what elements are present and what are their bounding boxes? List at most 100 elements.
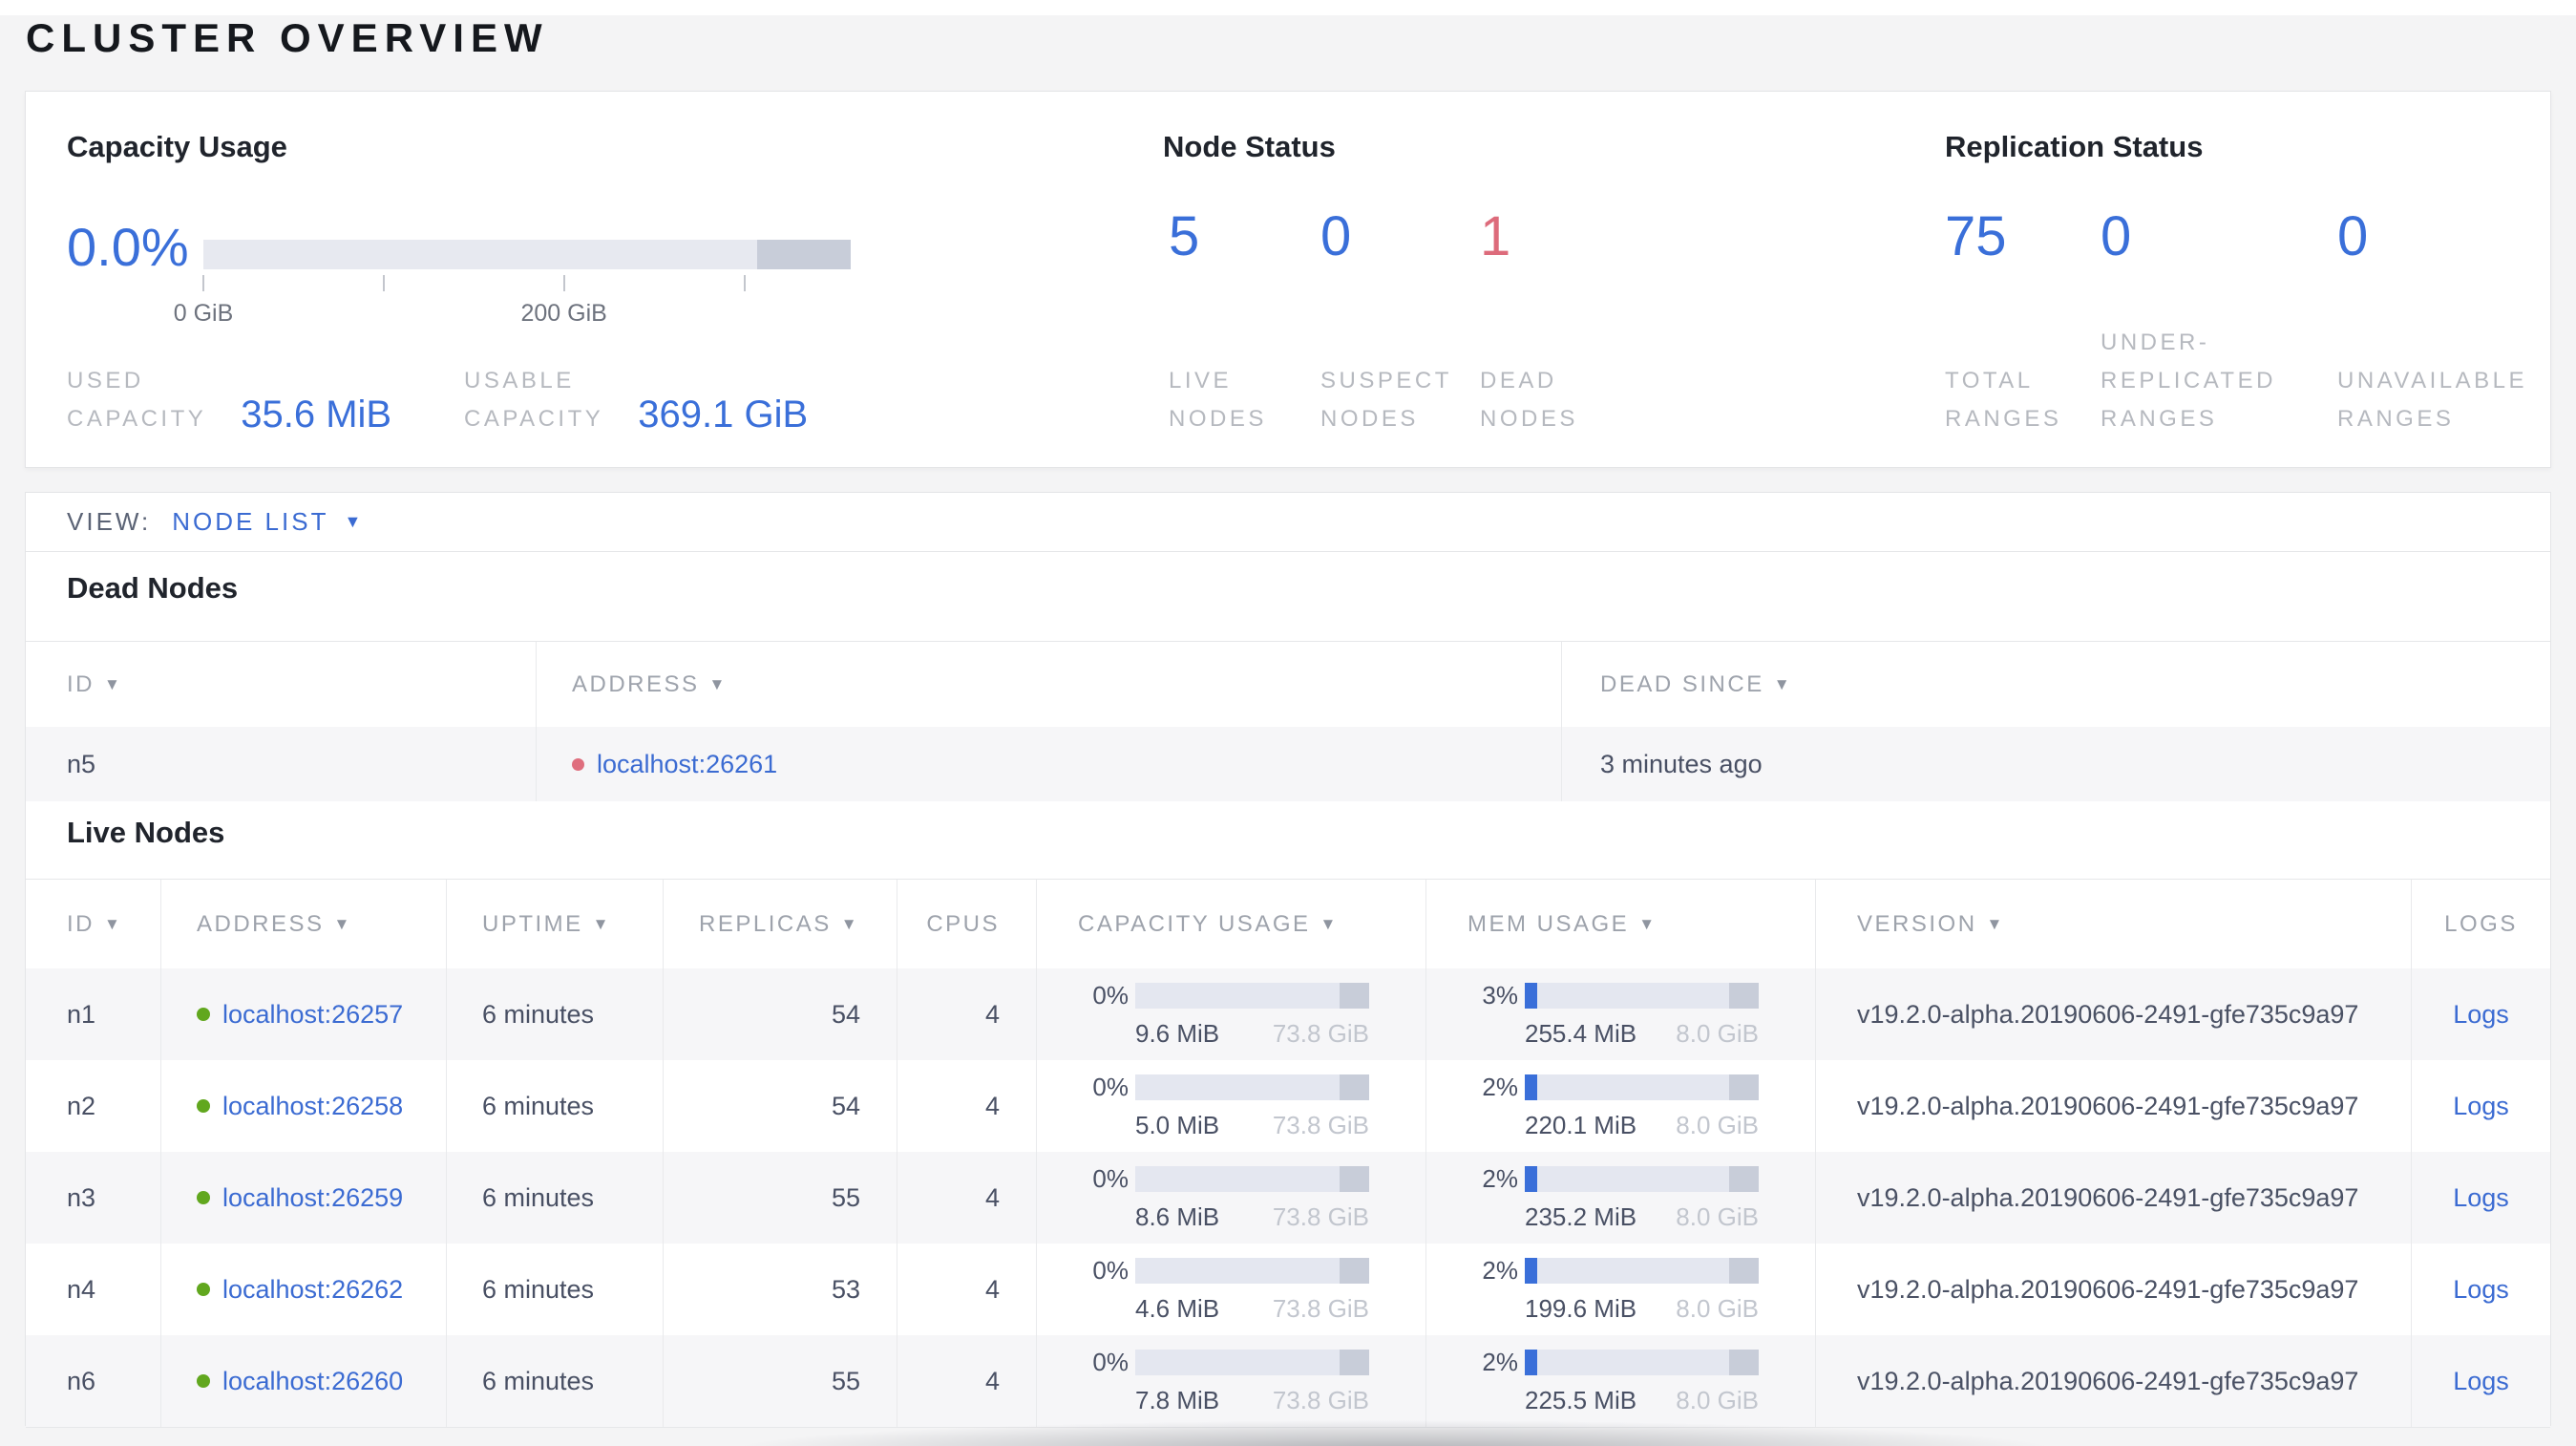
mem-usage-bar-fill xyxy=(1525,1349,1537,1375)
node-status-title: Node Status xyxy=(1163,130,1336,163)
node-address-link[interactable]: localhost:26258 xyxy=(222,1092,403,1121)
sort-arrow-icon: ▼ xyxy=(1986,914,2005,933)
node-address-link[interactable]: localhost:26260 xyxy=(222,1367,403,1396)
column-header-id[interactable]: ID ▼ xyxy=(26,642,536,727)
node-cpus: 4 xyxy=(897,1060,1036,1152)
capacity-usage-bar xyxy=(1135,1165,1369,1192)
column-header-dead-since[interactable]: DEAD SINCE ▼ xyxy=(1561,642,2550,727)
live-nodes-table-body: n1 localhost:26257 6 minutes 54 4 0% 9.6 MiB 73… xyxy=(26,968,2550,1427)
node-address-cell: localhost:26262 xyxy=(160,1244,446,1335)
column-header-label: MEM USAGE xyxy=(1467,910,1630,937)
node-logs-cell: Logs xyxy=(2411,1244,2550,1335)
node-version-cell: v19.2.0-alpha.20190606-2491-gfe735c9a97 xyxy=(1815,1335,2411,1427)
sort-arrow-icon: ▼ xyxy=(1638,914,1658,933)
node-uptime: 6 minutes xyxy=(446,1060,663,1152)
dead-status-icon xyxy=(572,757,584,771)
capacity-usage-used-value: 5.0 MiB xyxy=(1135,1110,1220,1139)
column-header-mem-usage[interactable]: MEM USAGE ▼ xyxy=(1425,880,1815,968)
suspect-nodes-count: 0 xyxy=(1320,205,1352,267)
node-address-cell: localhost:26261 xyxy=(536,727,1561,801)
logs-link[interactable]: Logs xyxy=(2453,1000,2509,1030)
column-header-label: DEAD SINCE xyxy=(1600,670,1764,697)
column-header-version[interactable]: VERSION ▼ xyxy=(1815,880,2411,968)
stat-label-line: CAPACITY xyxy=(67,406,207,432)
node-address-cell: localhost:26260 xyxy=(160,1335,446,1427)
node-version: v19.2.0-alpha.20190606-2491-gfe735c9a97 xyxy=(1857,1091,2359,1120)
mem-usage-used-value: 235.2 MiB xyxy=(1525,1201,1637,1231)
capacity-usage-cell: 0% 8.6 MiB 73.8 GiB xyxy=(1036,1152,1425,1244)
capacity-usage-cell: 0% 4.6 MiB 73.8 GiB xyxy=(1036,1244,1425,1335)
capacity-usage-bar-line: 0% xyxy=(1066,1256,1369,1286)
logs-link[interactable]: Logs xyxy=(2453,1367,2509,1396)
node-version: v19.2.0-alpha.20190606-2491-gfe735c9a97 xyxy=(1857,1182,2359,1212)
sort-arrow-icon: ▼ xyxy=(592,914,611,933)
node-uptime: 6 minutes xyxy=(446,1244,663,1335)
cluster-summary-panel: Capacity Usage 0.0% 0 GiB 200 GiB USED CA… xyxy=(25,91,2551,468)
column-header-id[interactable]: ID ▼ xyxy=(26,880,160,968)
chevron-down-icon: ▼ xyxy=(344,512,362,531)
capacity-usage-total-value: 73.8 GiB xyxy=(1272,1110,1369,1139)
live-nodes-count: 5 xyxy=(1169,205,1200,267)
node-version: v19.2.0-alpha.20190606-2491-gfe735c9a97 xyxy=(1857,999,2359,1029)
capacity-usage-bar-line: 0% xyxy=(1066,1073,1369,1102)
column-header-capacity-usage[interactable]: CAPACITY USAGE ▼ xyxy=(1036,880,1425,968)
sort-arrow-icon: ▼ xyxy=(333,914,352,933)
capacity-usage-used-value: 7.8 MiB xyxy=(1135,1385,1220,1414)
stat-label-line: RANGES xyxy=(2101,406,2218,432)
column-header-label: LOGS xyxy=(2444,910,2518,937)
stat-label-line: SUSPECT xyxy=(1320,368,1452,393)
column-header-address[interactable]: ADDRESS ▼ xyxy=(160,880,446,968)
node-list-dropdown[interactable]: NODE LIST ▼ xyxy=(172,507,361,537)
node-address-link[interactable]: localhost:26257 xyxy=(222,1000,403,1030)
capacity-usage-percent: 0% xyxy=(1092,1163,1129,1193)
logs-link[interactable]: Logs xyxy=(2453,1092,2509,1121)
mem-usage-bar-line: 3% xyxy=(1455,981,1759,1010)
node-id: n2 xyxy=(67,1091,96,1120)
node-logs-cell: Logs xyxy=(2411,1060,2550,1152)
dead-nodes-label: DEAD NODES xyxy=(1480,362,1578,438)
dead-nodes-table-body: n5 localhost:26261 3 minutes ago xyxy=(26,727,2550,801)
stat-label-line: NODES xyxy=(1320,406,1419,432)
column-header-replicas[interactable]: REPLICAS ▼ xyxy=(663,880,897,968)
dead-since-value: 3 minutes ago xyxy=(1561,727,2550,801)
stat-label-line: NODES xyxy=(1169,406,1267,432)
capacity-usage-percent: 0% xyxy=(1092,1347,1129,1376)
column-header-uptime[interactable]: UPTIME ▼ xyxy=(446,880,663,968)
dead-nodes-count: 1 xyxy=(1480,205,1511,267)
stat-label-line: TOTAL xyxy=(1945,368,2034,393)
stat-label-line: USABLE xyxy=(464,368,575,393)
unavailable-ranges-count: 0 xyxy=(2337,205,2369,267)
mem-usage-cell: 2% 235.2 MiB 8.0 GiB xyxy=(1425,1152,1815,1244)
mem-usage-percent: 2% xyxy=(1482,1163,1518,1193)
node-cpus: 4 xyxy=(897,1335,1036,1427)
stat-label-line: DEAD xyxy=(1480,368,1557,393)
capacity-usage-bar-reserved-segment xyxy=(1340,1165,1369,1192)
logs-link[interactable]: Logs xyxy=(2453,1183,2509,1213)
node-address-link[interactable]: localhost:26262 xyxy=(222,1275,403,1305)
node-address-link[interactable]: localhost:26261 xyxy=(597,750,777,779)
mem-usage-used-value: 225.5 MiB xyxy=(1525,1385,1637,1414)
column-header-logs: LOGS xyxy=(2411,880,2550,968)
capacity-usage-bar-line: 0% xyxy=(1066,981,1369,1010)
axis-tick xyxy=(562,275,565,291)
table-row: n3 localhost:26259 6 minutes 55 4 0% 8.6 MiB 73… xyxy=(26,1152,2550,1244)
usable-capacity-stat: USABLE CAPACITY 369.1 GiB xyxy=(464,362,808,438)
capacity-usage-title: Capacity Usage xyxy=(67,130,287,163)
node-logs-cell: Logs xyxy=(2411,1335,2550,1427)
logs-link[interactable]: Logs xyxy=(2453,1275,2509,1305)
usable-capacity-value: 369.1 GiB xyxy=(638,393,809,436)
mem-usage-values: 255.4 MiB 8.0 GiB xyxy=(1525,1019,1759,1049)
cluster-overview-page: CLUSTER OVERVIEW Capacity Usage 0.0% 0 G… xyxy=(0,0,2576,1446)
mem-usage-total-value: 8.0 GiB xyxy=(1676,1110,1759,1139)
mem-usage-bar xyxy=(1525,982,1759,1009)
capacity-usage-total-value: 73.8 GiB xyxy=(1272,1018,1369,1048)
column-header-address[interactable]: ADDRESS ▼ xyxy=(536,642,1561,727)
mem-usage-values: 220.1 MiB 8.0 GiB xyxy=(1525,1111,1759,1140)
node-address-link[interactable]: localhost:26259 xyxy=(222,1183,403,1213)
column-header-label: ID xyxy=(67,670,95,697)
capacity-usage-bar: 0 GiB 200 GiB xyxy=(174,240,851,348)
stat-label-line: REPLICATED xyxy=(2101,368,2276,393)
mem-usage-percent: 2% xyxy=(1482,1255,1518,1285)
mem-usage-total-value: 8.0 GiB xyxy=(1676,1201,1759,1231)
stat-label-line: UNAVAILABLE xyxy=(2337,368,2528,393)
